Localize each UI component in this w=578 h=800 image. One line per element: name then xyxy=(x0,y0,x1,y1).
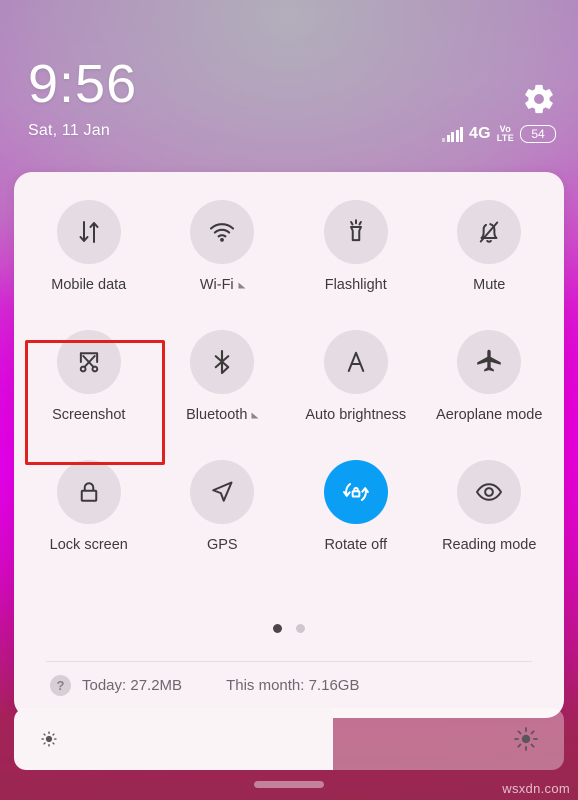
tile-circle-active xyxy=(323,460,388,524)
bluetooth-icon xyxy=(214,349,230,375)
tile-label: Flashlight xyxy=(324,277,387,293)
tile-label: Mute xyxy=(473,277,506,293)
brightness-slider-fill xyxy=(14,708,333,770)
padlock-icon xyxy=(80,482,98,502)
tile-label-wrap: Bluetooth xyxy=(186,407,259,423)
quick-settings-tiles: Mobile data Wi-Fi Flashlight Mute Screen… xyxy=(14,172,564,553)
eye-icon xyxy=(476,483,503,501)
tile-circle xyxy=(323,200,388,264)
phone-screen: 9:56 Sat, 11 Jan 4G Vo LTE 54 Mobile dat… xyxy=(0,0,578,800)
sun-large-icon xyxy=(512,725,540,753)
home-handle[interactable] xyxy=(254,781,324,788)
tile-gps[interactable]: GPS xyxy=(156,456,290,553)
rotation-lock-icon xyxy=(342,483,369,501)
data-usage-footer[interactable]: ? Today: 27.2MB This month: 7.16GB xyxy=(50,675,359,696)
tile-circle xyxy=(457,460,522,524)
tile-label: GPS xyxy=(206,537,238,553)
tile-label: Screenshot xyxy=(52,407,126,423)
status-bar-right: 4G Vo LTE 54 xyxy=(442,125,556,143)
wifi-icon xyxy=(210,223,235,242)
tile-label: Bluetooth xyxy=(186,407,248,423)
settings-button[interactable] xyxy=(522,82,556,116)
help-question-icon[interactable]: ? xyxy=(50,675,71,696)
tile-label: Mobile data xyxy=(51,277,127,293)
quick-settings-panel: Mobile data Wi-Fi Flashlight Mute Screen… xyxy=(14,172,564,718)
gear-icon xyxy=(525,84,553,114)
tile-label: Reading mode xyxy=(442,537,537,553)
tile-label-wrap: Wi-Fi xyxy=(199,277,246,293)
tile-label-wrap: Flashlight xyxy=(325,277,387,293)
auto-brightness-a-icon xyxy=(347,351,364,372)
tile-wifi[interactable]: Wi-Fi xyxy=(156,196,290,293)
watermark: wsxdn.com xyxy=(502,781,570,796)
tile-mute[interactable]: Mute xyxy=(423,196,557,293)
data-usage-month: This month: 7.16GB xyxy=(226,677,360,694)
clock-date: Sat, 11 Jan xyxy=(28,121,110,139)
mobile-data-icon xyxy=(79,221,99,243)
tile-label-wrap: Rotate off xyxy=(324,537,387,553)
navigation-arrow-icon xyxy=(212,481,233,502)
tile-label: Aeroplane mode xyxy=(436,407,543,423)
volte-bottom-label: LTE xyxy=(496,133,514,143)
tile-row-2: Screenshot Bluetooth Auto brightness Aer… xyxy=(22,326,556,423)
tile-auto-brightness[interactable]: Auto brightness xyxy=(289,326,423,423)
tile-rotate-off[interactable]: Rotate off xyxy=(289,456,423,553)
tile-label-wrap: GPS xyxy=(207,537,238,553)
expand-arrow-icon[interactable] xyxy=(238,282,246,288)
tile-circle xyxy=(190,330,255,394)
footer-divider xyxy=(46,661,532,662)
tile-label-wrap: Screenshot xyxy=(52,407,125,423)
airplane-icon xyxy=(477,349,501,372)
tile-row-1: Mobile data Wi-Fi Flashlight Mute xyxy=(22,196,556,293)
expand-arrow-icon[interactable] xyxy=(251,412,259,418)
tile-label: Rotate off xyxy=(324,537,388,553)
tile-circle xyxy=(190,200,255,264)
tile-circle xyxy=(457,200,522,264)
tile-label: Lock screen xyxy=(49,537,128,553)
tile-label: Auto brightness xyxy=(305,407,407,423)
battery-badge: 54 xyxy=(520,125,556,143)
network-type-label: 4G xyxy=(469,125,491,142)
tile-screenshot[interactable]: Screenshot xyxy=(22,326,156,423)
tile-circle xyxy=(56,460,121,524)
sun-small-icon xyxy=(38,728,60,750)
page-dot-active[interactable] xyxy=(273,624,282,633)
lockscreen-clock-block: 9:56 Sat, 11 Jan xyxy=(28,56,137,140)
tile-label: Wi-Fi xyxy=(199,277,234,293)
tile-circle xyxy=(457,330,522,394)
flashlight-icon xyxy=(349,219,362,242)
tile-label-wrap: Mute xyxy=(473,277,505,293)
page-dot-inactive[interactable] xyxy=(296,624,305,633)
tile-label-wrap: Auto brightness xyxy=(305,407,406,423)
tile-label-wrap: Mobile data xyxy=(51,277,126,293)
tile-mobile-data[interactable]: Mobile data xyxy=(22,196,156,293)
data-usage-today: Today: 27.2MB xyxy=(82,677,183,694)
tile-bluetooth[interactable]: Bluetooth xyxy=(156,326,290,423)
tile-reading-mode[interactable]: Reading mode xyxy=(423,456,557,553)
volte-indicator: Vo LTE xyxy=(497,125,514,143)
tile-flashlight[interactable]: Flashlight xyxy=(289,196,423,293)
tile-aeroplane-mode[interactable]: Aeroplane mode xyxy=(423,326,557,423)
tile-circle xyxy=(323,330,388,394)
brightness-slider[interactable] xyxy=(14,708,564,770)
tile-circle xyxy=(190,460,255,524)
clock-time: 9:56 xyxy=(28,54,138,114)
tile-circle xyxy=(56,200,121,264)
page-indicator xyxy=(14,624,564,633)
tile-lock-screen[interactable]: Lock screen xyxy=(22,456,156,553)
tile-label-wrap: Aeroplane mode xyxy=(436,407,542,423)
scissors-screenshot-icon xyxy=(79,352,99,373)
tile-row-3: Lock screen GPS Rotate off Reading mode xyxy=(22,456,556,553)
tile-label-wrap: Reading mode xyxy=(442,537,536,553)
bell-muted-icon xyxy=(480,221,499,243)
tile-circle xyxy=(56,330,121,394)
signal-bars-icon xyxy=(442,126,464,142)
tile-label-wrap: Lock screen xyxy=(50,537,128,553)
